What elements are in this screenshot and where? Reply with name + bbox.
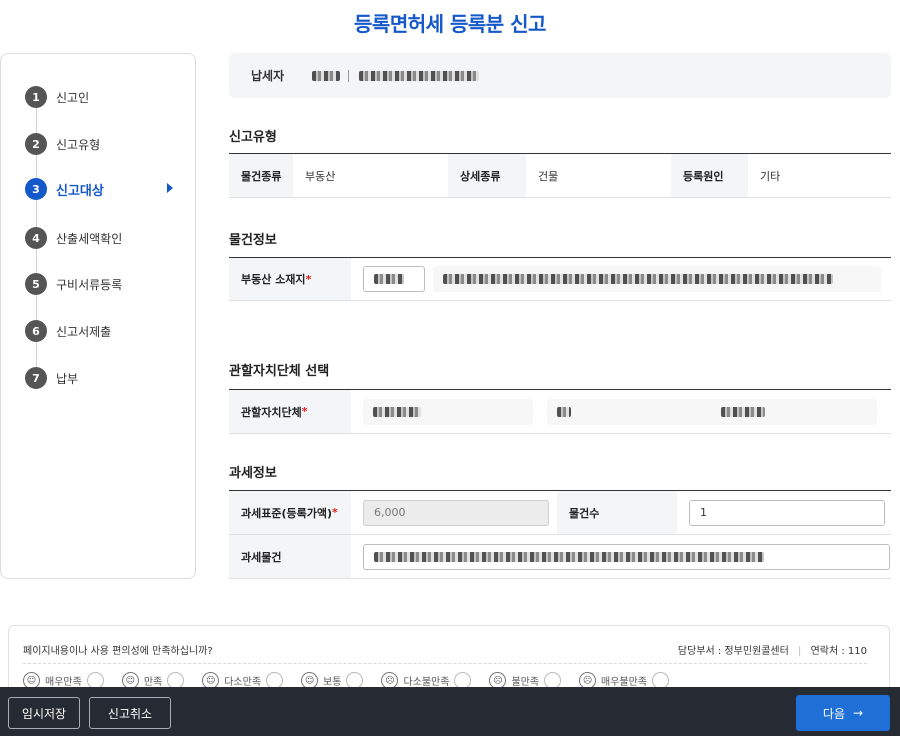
item-info-table: 부동산 소재지 * (229, 257, 891, 301)
tax-object-label: 과세물건 (229, 535, 351, 578)
step-1[interactable]: 1 신고인 (25, 85, 185, 109)
cancel-report-button[interactable]: 신고취소 (89, 697, 171, 729)
tax-base-label: 과세표준(등록가액) * (229, 491, 351, 534)
zipcode-field[interactable] (363, 266, 425, 292)
detail-type-value: 건물 (538, 169, 559, 183)
local-gov-label: 관할자치단체 * (229, 390, 351, 433)
reg-cause-label: 등록원인 (671, 154, 748, 197)
location-fields (351, 258, 891, 300)
location-row: 부동산 소재지 * (229, 258, 891, 301)
step-label: 신고인 (56, 90, 90, 105)
local-gov-title: 관할자치단체 선택 (229, 364, 330, 379)
report-type-table: 물건종류 부동산 상세종류 건물 등록원인 기타 (229, 153, 891, 198)
taxpayer-box: 납세자 (229, 53, 891, 98)
step-number: 6 (25, 320, 47, 342)
report-type-title: 신고유형 (229, 130, 277, 145)
item-count-label: 물건수 (557, 491, 677, 534)
temp-save-button[interactable]: 임시저장 (8, 697, 80, 729)
arrow-right-icon: → (853, 706, 864, 720)
tax-object-row: 과세물건 (229, 535, 891, 579)
item-type-value: 부동산 (305, 169, 336, 183)
local-gov-table: 관할자치단체 * (229, 389, 891, 434)
step-number: 7 (25, 367, 47, 389)
tax-base-input[interactable]: 6,000 (363, 499, 549, 526)
contact-info: 담당부서 : 정부민원콜센터 | 연락처 : 110 (677, 646, 867, 657)
step-number: 2 (25, 133, 47, 155)
address-field[interactable] (433, 266, 881, 292)
step-7[interactable]: 7 납부 (25, 366, 185, 390)
detail-type-label: 상세종류 (448, 154, 526, 197)
step-number: 5 (25, 273, 47, 295)
step-label: 구비서류등록 (56, 277, 123, 292)
reg-cause-value: 기타 (760, 169, 781, 183)
main-content: 납세자 신고유형 물건종류 부동산 상세종류 건물 등록원인 기타 물건정보 부… (229, 53, 891, 579)
step-label: 납부 (56, 371, 79, 386)
survey-question: 페이지내용이나 사용 편의성에 만족하십니까? (23, 646, 213, 657)
step-label: 신고유형 (56, 137, 101, 152)
masked-name (312, 70, 341, 81)
taxpayer-divider (348, 69, 350, 82)
item-count-cell: 1 (677, 491, 891, 534)
current-step-arrow-icon (167, 183, 173, 193)
taxpayer-label: 납세자 (251, 69, 285, 83)
next-button[interactable]: 다음 → (796, 695, 890, 731)
tax-info-title: 과세정보 (229, 466, 277, 481)
step-label: 신고서제출 (56, 324, 112, 339)
province-select[interactable] (363, 398, 533, 425)
tax-object-cell (351, 535, 891, 578)
bottom-action-bar: 임시저장 신고취소 다음 → (0, 687, 900, 736)
step-2[interactable]: 2 신고유형 (25, 132, 185, 156)
step-number: 4 (25, 227, 47, 249)
step-number: 1 (25, 86, 47, 108)
satisfaction-survey: 페이지내용이나 사용 편의성에 만족하십니까? 담당부서 : 정부민원콜센터 |… (8, 625, 890, 695)
tax-base-cell: 6,000 (351, 491, 557, 534)
step-6[interactable]: 6 신고서제출 (25, 319, 185, 343)
survey-divider (23, 663, 867, 664)
report-type-row: 물건종류 부동산 상세종류 건물 등록원인 기타 (229, 154, 891, 198)
item-count-input[interactable]: 1 (689, 499, 885, 526)
location-label: 부동산 소재지 * (229, 258, 351, 300)
district-select[interactable] (547, 398, 877, 425)
step-label: 신고대상 (56, 183, 104, 199)
step-3-active[interactable]: 3 신고대상 (25, 177, 185, 201)
step-5[interactable]: 5 구비서류등록 (25, 272, 185, 296)
step-number: 3 (25, 178, 47, 200)
item-info-title: 물건정보 (229, 233, 277, 248)
local-gov-selects (351, 390, 891, 433)
item-type-label: 물건종류 (229, 154, 293, 197)
local-gov-row: 관할자치단체 * (229, 390, 891, 434)
step-4[interactable]: 4 산출세액확인 (25, 226, 185, 250)
tax-info-table: 과세표준(등록가액) * 6,000 물건수 1 과세물건 (229, 490, 891, 579)
tax-base-row: 과세표준(등록가액) * 6,000 물건수 1 (229, 491, 891, 535)
masked-id (359, 70, 480, 81)
step-label: 산출세액확인 (56, 231, 123, 246)
step-navigation: 1 신고인 2 신고유형 3 신고대상 4 산출세액확인 5 구비서류등록 6 … (0, 53, 196, 579)
page-title: 등록면허세 등록분 신고 (354, 12, 546, 36)
tax-object-input[interactable] (363, 543, 890, 570)
